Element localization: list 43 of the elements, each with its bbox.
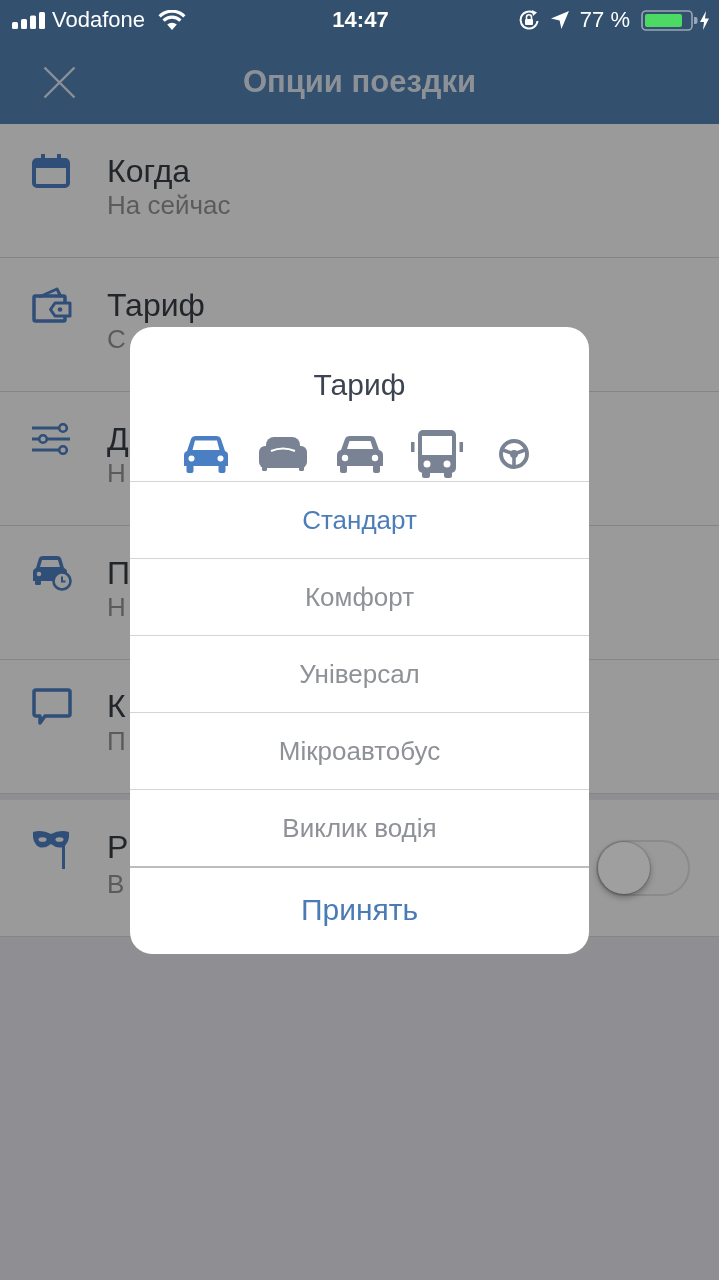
wallet-icon — [32, 287, 72, 323]
option-title: Р — [107, 828, 129, 867]
chat-bubble-icon — [32, 688, 72, 726]
signal-bars-icon — [12, 11, 45, 29]
rotation-lock-icon — [517, 9, 540, 31]
carrier-name: Vodafone — [52, 7, 145, 33]
close-button[interactable] — [43, 65, 76, 99]
option-title: П — [107, 554, 130, 592]
tariff-option[interactable]: Комфорт — [130, 558, 589, 635]
sliders-icon — [32, 423, 70, 455]
tariff-option[interactable]: Універсал — [130, 635, 589, 712]
bus-icon[interactable] — [410, 430, 463, 478]
option-title: Когда — [107, 152, 191, 190]
option-title: Тариф — [107, 286, 205, 324]
battery-percent: 77 % — [579, 7, 630, 33]
car-clock-icon — [32, 555, 72, 591]
dialog-title: Тариф — [313, 367, 406, 403]
car-icon[interactable] — [183, 435, 228, 473]
toggle-switch[interactable] — [596, 840, 690, 896]
option-title: Д — [107, 420, 129, 458]
option-title: К — [107, 688, 126, 726]
option-value: С — [107, 323, 126, 355]
tariff-option[interactable]: Стандарт — [130, 481, 589, 558]
wifi-icon — [158, 10, 186, 30]
tariff-option[interactable]: Мікроавтобус — [130, 712, 589, 789]
option-value: В — [107, 868, 125, 900]
option-value: Н — [107, 457, 126, 489]
close-icon — [43, 65, 76, 99]
charging-bolt-icon — [700, 10, 709, 30]
option-value: На сейчас — [107, 189, 231, 221]
tariff-option[interactable]: Виклик водія — [130, 789, 589, 866]
clock-time: 14:47 — [332, 7, 389, 33]
armchair-icon[interactable] — [258, 437, 307, 471]
location-arrow-icon — [550, 11, 569, 29]
battery-icon — [641, 9, 698, 31]
steering-wheel-icon[interactable] — [498, 439, 529, 469]
calendar-icon — [32, 154, 70, 188]
mask-icon — [32, 828, 70, 869]
option-value: П — [107, 726, 126, 757]
accept-button[interactable]: Принять — [130, 866, 589, 954]
option-value: Н — [107, 591, 126, 623]
screen-title: Опции поездки — [242, 63, 477, 101]
car-icon[interactable] — [336, 435, 383, 473]
